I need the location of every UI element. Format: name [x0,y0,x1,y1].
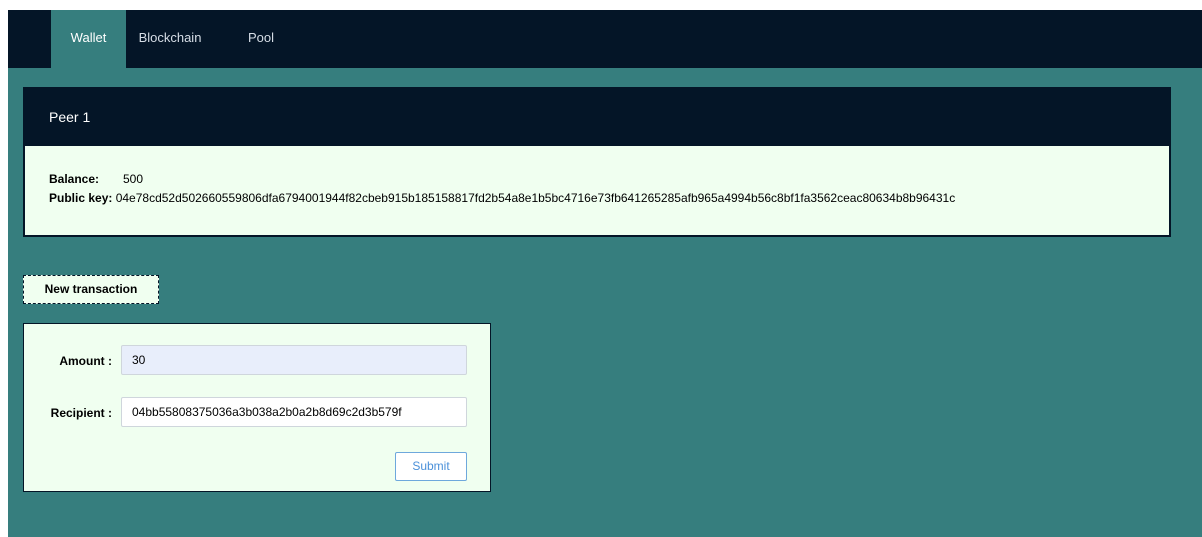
tab-blockchain[interactable]: Blockchain [126,10,214,68]
public-key-value: 04e78cd52d502660559806dfa6794001944f82cb… [115,191,956,205]
recipient-label: Recipient : [50,406,112,420]
public-key-row: Public key: 04e78cd52d502660559806dfa679… [49,189,955,208]
tab-wallet[interactable]: Wallet [51,10,126,68]
new-transaction-button[interactable]: New transaction [23,275,159,304]
balance-value: 500 [123,172,144,186]
amount-input[interactable] [121,345,467,375]
peer-card: Peer 1 Balance: 500 Public key: 04e78cd52… [23,87,1171,237]
peer-title: Peer 1 [25,89,1169,146]
submit-button[interactable]: Submit [395,452,467,481]
peer-details: Balance: 500 Public key: 04e78cd52d502660… [49,170,955,208]
recipient-input[interactable] [121,397,467,427]
amount-label: Amount : [59,354,112,368]
transaction-form: Amount : Recipient : Submit [23,323,491,492]
app-container: Wallet Blockchain Pool Peer 1 Balance: 50… [8,10,1202,537]
balance-row: Balance: 500 [49,170,955,189]
top-navbar: Wallet Blockchain Pool [8,10,1202,68]
balance-label: Balance: [49,172,100,186]
public-key-label: Public key: [49,191,113,205]
tab-pool[interactable]: Pool [233,10,289,68]
